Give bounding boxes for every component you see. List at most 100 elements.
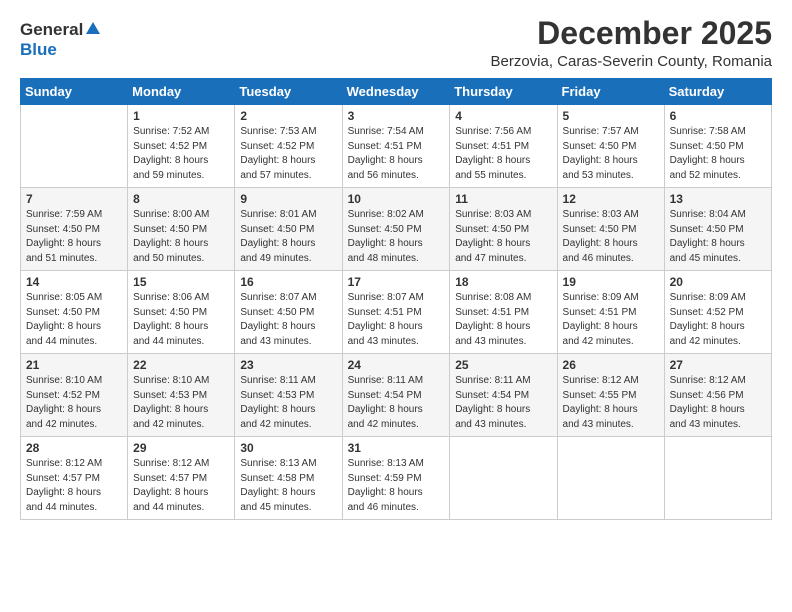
subtitle: Berzovia, Caras-Severin County, Romania [490,53,772,70]
calendar-week-row: 28 Sunrise: 8:12 AMSunset: 4:57 PMDayligh… [21,437,772,520]
logo-blue-text: Blue [20,40,57,59]
calendar-cell: 21 Sunrise: 8:10 AMSunset: 4:52 PMDayligh… [21,354,128,437]
day-number: 31 [348,441,445,455]
weekday-header: Friday [557,79,664,105]
title-area: December 2025 Berzovia, Caras-Severin Co… [490,16,772,70]
day-detail: Sunrise: 7:52 AMSunset: 4:52 PMDaylight:… [133,125,229,183]
logo-icon [84,20,102,38]
day-number: 27 [670,358,766,372]
day-number: 28 [26,441,122,455]
day-detail: Sunrise: 8:03 AMSunset: 4:50 PMDaylight:… [455,208,551,266]
calendar-cell: 17Sunrise: 8:07 AMSunset: 4:51 PMDayligh… [342,271,450,354]
day-number: 16 [240,275,336,289]
day-number: 14 [26,275,122,289]
day-detail: Sunrise: 8:00 AMSunset: 4:50 PMDaylight:… [133,208,229,266]
calendar-cell [557,437,664,520]
day-number: 18 [455,275,551,289]
day-number: 13 [670,192,766,206]
calendar-cell: 26 Sunrise: 8:12 AMSunset: 4:55 PMDayligh… [557,354,664,437]
calendar-cell: 18 Sunrise: 8:08 AMSunset: 4:51 PMDayligh… [450,271,557,354]
day-number: 15 [133,275,229,289]
day-number: 4 [455,109,551,123]
calendar-cell: 10Sunrise: 8:02 AMSunset: 4:50 PMDayligh… [342,188,450,271]
logo-general-text: General [20,20,83,40]
day-detail: Sunrise: 8:08 AMSunset: 4:51 PMDaylight:… [455,291,551,349]
calendar-cell: 29 Sunrise: 8:12 AMSunset: 4:57 PMDayligh… [128,437,235,520]
calendar-cell [664,437,771,520]
day-detail: Sunrise: 7:54 AMSunset: 4:51 PMDaylight:… [348,125,445,183]
day-number: 1 [133,109,229,123]
header: General Blue December 2025 Berzovia, Car… [20,16,772,70]
weekday-header: Tuesday [235,79,342,105]
calendar-cell: 13 Sunrise: 8:04 AMSunset: 4:50 PMDayligh… [664,188,771,271]
day-detail: Sunrise: 8:03 AMSunset: 4:50 PMDaylight:… [563,208,659,266]
day-detail: Sunrise: 8:02 AMSunset: 4:50 PMDaylight:… [348,208,445,266]
calendar-cell: 24 Sunrise: 8:11 AMSunset: 4:54 PMDayligh… [342,354,450,437]
calendar-cell: 22 Sunrise: 8:10 AMSunset: 4:53 PMDayligh… [128,354,235,437]
calendar-cell [21,105,128,188]
calendar-cell: 5Sunrise: 7:57 AMSunset: 4:50 PMDaylight… [557,105,664,188]
day-detail: Sunrise: 7:53 AMSunset: 4:52 PMDaylight:… [240,125,336,183]
calendar-cell: 16 Sunrise: 8:07 AMSunset: 4:50 PMDayligh… [235,271,342,354]
day-detail: Sunrise: 8:12 AMSunset: 4:57 PMDaylight:… [133,457,229,515]
calendar-cell [450,437,557,520]
day-detail: Sunrise: 8:13 AMSunset: 4:59 PMDaylight:… [348,457,445,515]
calendar-cell: 23 Sunrise: 8:11 AMSunset: 4:53 PMDayligh… [235,354,342,437]
calendar-cell: 14 Sunrise: 8:05 AMSunset: 4:50 PMDayligh… [21,271,128,354]
calendar-cell: 30Sunrise: 8:13 AMSunset: 4:58 PMDayligh… [235,437,342,520]
weekday-header: Wednesday [342,79,450,105]
calendar-cell: 27Sunrise: 8:12 AMSunset: 4:56 PMDayligh… [664,354,771,437]
day-number: 7 [26,192,122,206]
day-detail: Sunrise: 8:12 AMSunset: 4:55 PMDaylight:… [563,374,659,432]
day-detail: Sunrise: 8:10 AMSunset: 4:53 PMDaylight:… [133,374,229,432]
day-detail: Sunrise: 8:13 AMSunset: 4:58 PMDaylight:… [240,457,336,515]
day-number: 8 [133,192,229,206]
day-number: 19 [563,275,659,289]
day-detail: Sunrise: 8:11 AMSunset: 4:54 PMDaylight:… [348,374,445,432]
weekday-header: Sunday [21,79,128,105]
day-detail: Sunrise: 8:09 AMSunset: 4:51 PMDaylight:… [563,291,659,349]
weekday-header: Thursday [450,79,557,105]
main-title: December 2025 [490,16,772,51]
calendar-cell: 6Sunrise: 7:58 AMSunset: 4:50 PMDaylight… [664,105,771,188]
calendar: SundayMondayTuesdayWednesdayThursdayFrid… [20,78,772,520]
day-number: 24 [348,358,445,372]
weekday-header: Saturday [664,79,771,105]
day-number: 20 [670,275,766,289]
day-detail: Sunrise: 7:59 AMSunset: 4:50 PMDaylight:… [26,208,122,266]
calendar-cell: 7 Sunrise: 7:59 AMSunset: 4:50 PMDaylight… [21,188,128,271]
calendar-cell: 19 Sunrise: 8:09 AMSunset: 4:51 PMDayligh… [557,271,664,354]
calendar-cell: 31 Sunrise: 8:13 AMSunset: 4:59 PMDayligh… [342,437,450,520]
day-detail: Sunrise: 8:12 AMSunset: 4:57 PMDaylight:… [26,457,122,515]
day-detail: Sunrise: 8:09 AMSunset: 4:52 PMDaylight:… [670,291,766,349]
day-number: 23 [240,358,336,372]
day-detail: Sunrise: 8:04 AMSunset: 4:50 PMDaylight:… [670,208,766,266]
calendar-week-row: 1 Sunrise: 7:52 AMSunset: 4:52 PMDaylight… [21,105,772,188]
day-detail: Sunrise: 8:11 AMSunset: 4:53 PMDaylight:… [240,374,336,432]
calendar-cell: 28 Sunrise: 8:12 AMSunset: 4:57 PMDayligh… [21,437,128,520]
day-detail: Sunrise: 8:05 AMSunset: 4:50 PMDaylight:… [26,291,122,349]
day-detail: Sunrise: 8:06 AMSunset: 4:50 PMDaylight:… [133,291,229,349]
day-number: 25 [455,358,551,372]
day-detail: Sunrise: 8:01 AMSunset: 4:50 PMDaylight:… [240,208,336,266]
logo: General Blue [20,20,102,60]
calendar-cell: 4Sunrise: 7:56 AMSunset: 4:51 PMDaylight… [450,105,557,188]
day-detail: Sunrise: 8:07 AMSunset: 4:50 PMDaylight:… [240,291,336,349]
day-number: 26 [563,358,659,372]
calendar-cell: 2Sunrise: 7:53 AMSunset: 4:52 PMDaylight… [235,105,342,188]
calendar-week-row: 21 Sunrise: 8:10 AMSunset: 4:52 PMDayligh… [21,354,772,437]
day-detail: Sunrise: 8:11 AMSunset: 4:54 PMDaylight:… [455,374,551,432]
calendar-cell: 25 Sunrise: 8:11 AMSunset: 4:54 PMDayligh… [450,354,557,437]
day-number: 29 [133,441,229,455]
day-number: 9 [240,192,336,206]
page: General Blue December 2025 Berzovia, Car… [0,0,792,612]
day-number: 22 [133,358,229,372]
weekday-header: Monday [128,79,235,105]
day-number: 21 [26,358,122,372]
day-number: 3 [348,109,445,123]
day-detail: Sunrise: 8:10 AMSunset: 4:52 PMDaylight:… [26,374,122,432]
calendar-cell: 8 Sunrise: 8:00 AMSunset: 4:50 PMDaylight… [128,188,235,271]
calendar-week-row: 14 Sunrise: 8:05 AMSunset: 4:50 PMDayligh… [21,271,772,354]
calendar-cell: 15 Sunrise: 8:06 AMSunset: 4:50 PMDayligh… [128,271,235,354]
day-detail: Sunrise: 7:58 AMSunset: 4:50 PMDaylight:… [670,125,766,183]
